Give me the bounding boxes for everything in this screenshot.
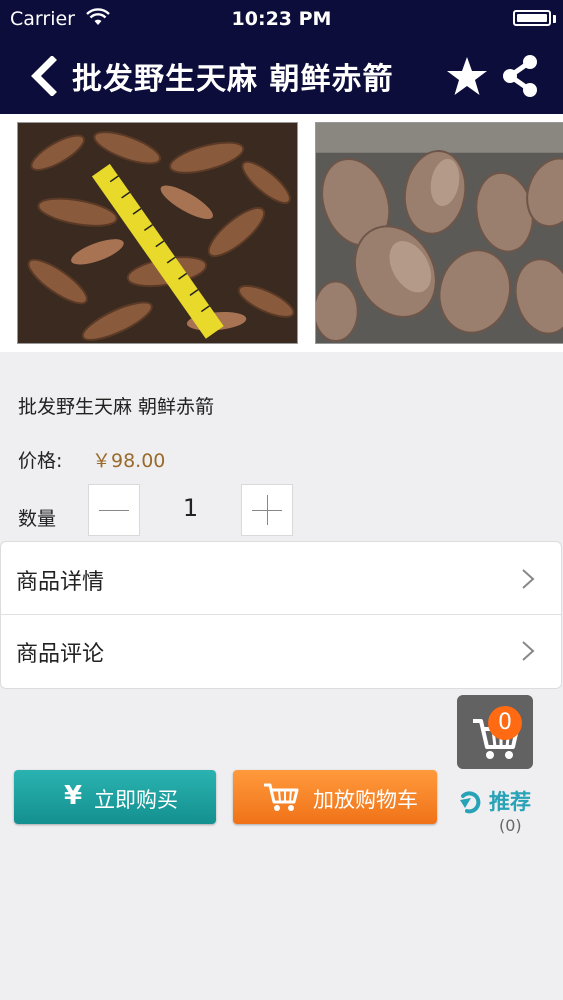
plus-icon-vertical	[267, 495, 268, 525]
back-icon[interactable]	[26, 56, 62, 96]
price-label: 价格:	[18, 450, 63, 472]
quantity-label: 数量	[18, 508, 57, 530]
chevron-right-icon	[522, 569, 535, 589]
chevron-right-icon	[522, 641, 535, 661]
product-gallery[interactable]	[0, 114, 563, 352]
recommend-icon	[460, 791, 481, 814]
nav-bar: 批发野生天麻 朝鲜赤箭	[0, 38, 563, 114]
page-title: 批发野生天麻 朝鲜赤箭	[72, 62, 394, 97]
add-to-cart-label: 加放购物车	[313, 788, 418, 812]
add-to-cart-button[interactable]: 加放购物车	[233, 770, 437, 824]
buy-now-label: 立即购买	[94, 788, 178, 812]
battery-icon	[513, 10, 551, 26]
menu-item-label: 商品评论	[16, 642, 105, 667]
menu-item-product-reviews[interactable]: 商品评论	[1, 614, 561, 686]
menu-item-label: 商品详情	[16, 570, 105, 595]
product-name: 批发野生天麻 朝鲜赤箭	[18, 396, 215, 418]
cart-count-badge: 0	[488, 706, 522, 740]
recommend-button[interactable]: 推荐 (0)	[455, 784, 545, 844]
recommend-count: (0)	[499, 816, 522, 835]
status-bar: Carrier 10:23 PM	[0, 0, 563, 38]
clock: 10:23 PM	[231, 8, 332, 30]
detail-menu: 商品详情 商品评论	[0, 541, 562, 689]
star-icon[interactable]	[446, 56, 488, 96]
shopping-cart-icon	[264, 783, 299, 811]
price-value: ￥98.00	[92, 450, 166, 472]
menu-item-product-details[interactable]: 商品详情	[1, 542, 561, 615]
quantity-value[interactable]: 1	[140, 494, 241, 522]
quantity-increase-button[interactable]	[241, 484, 293, 536]
battery-tip	[553, 15, 556, 23]
buy-now-button[interactable]: ¥ 立即购买	[14, 770, 216, 824]
quantity-decrease-button[interactable]	[88, 484, 140, 536]
minus-icon	[99, 510, 129, 511]
product-photo-2[interactable]	[315, 122, 563, 344]
yen-icon: ¥	[64, 781, 83, 811]
share-icon[interactable]	[500, 54, 540, 98]
recommend-label: 推荐	[489, 790, 531, 814]
product-photo-1[interactable]	[17, 122, 298, 344]
